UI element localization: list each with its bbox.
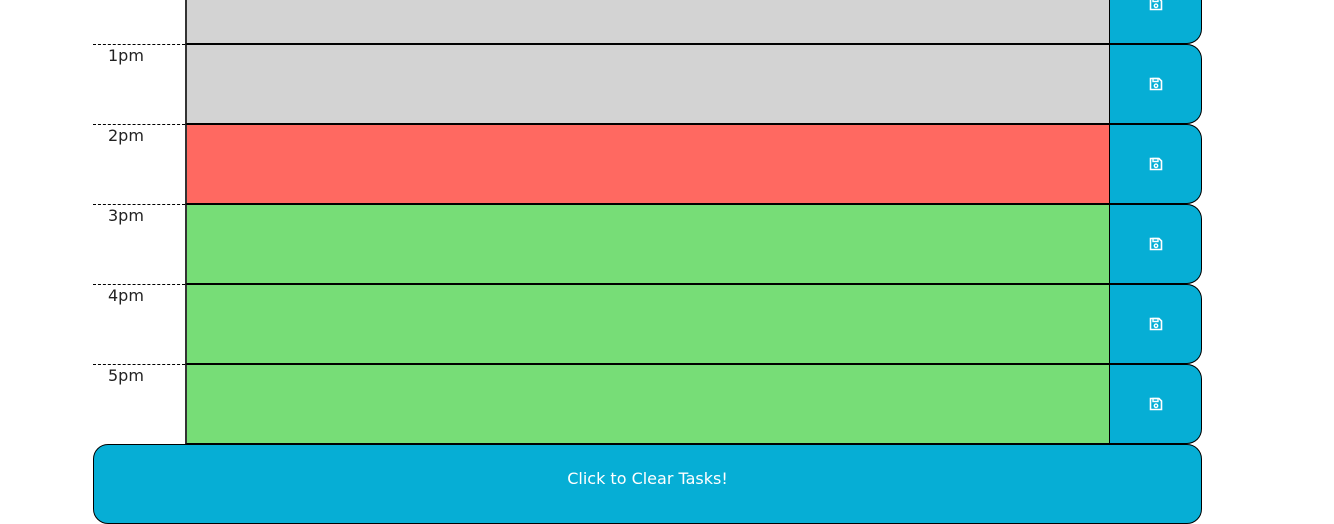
time-block-row: 3pm — [93, 204, 1202, 284]
save-button[interactable] — [1110, 364, 1202, 444]
floppy-disk-icon — [1149, 237, 1163, 251]
floppy-disk-icon — [1149, 0, 1163, 11]
time-block-row: 2pm — [93, 124, 1202, 204]
save-button[interactable] — [1110, 204, 1202, 284]
task-input[interactable] — [185, 0, 1110, 44]
hour-label: 1pm — [108, 46, 144, 65]
hour-label: 2pm — [108, 126, 144, 145]
hour-cell: 1pm — [93, 44, 185, 124]
time-block-row: 1pm — [93, 44, 1202, 124]
hour-label: 4pm — [108, 286, 144, 305]
task-input[interactable] — [185, 284, 1110, 364]
floppy-disk-icon — [1149, 157, 1163, 171]
hour-label: 5pm — [108, 366, 144, 385]
save-button[interactable] — [1110, 0, 1202, 44]
save-button[interactable] — [1110, 124, 1202, 204]
hour-cell: 3pm — [93, 204, 185, 284]
floppy-disk-icon — [1149, 77, 1163, 91]
time-block-row — [93, 0, 1202, 44]
task-input[interactable] — [185, 204, 1110, 284]
hour-cell: 2pm — [93, 124, 185, 204]
floppy-disk-icon — [1149, 317, 1163, 331]
floppy-disk-icon — [1149, 397, 1163, 411]
time-block-row: 4pm — [93, 284, 1202, 364]
hour-cell: 5pm — [93, 364, 185, 444]
save-button[interactable] — [1110, 44, 1202, 124]
hour-label: 3pm — [108, 206, 144, 225]
planner: 1pm 2pm 3pm 4pm 5pm — [93, 0, 1202, 444]
hour-cell: 4pm — [93, 284, 185, 364]
task-input[interactable] — [185, 364, 1110, 444]
task-input[interactable] — [185, 124, 1110, 204]
clear-tasks-button[interactable]: Click to Clear Tasks! — [93, 444, 1202, 524]
time-block-row: 5pm — [93, 364, 1202, 444]
task-input[interactable] — [185, 44, 1110, 124]
hour-cell — [93, 0, 185, 44]
save-button[interactable] — [1110, 284, 1202, 364]
